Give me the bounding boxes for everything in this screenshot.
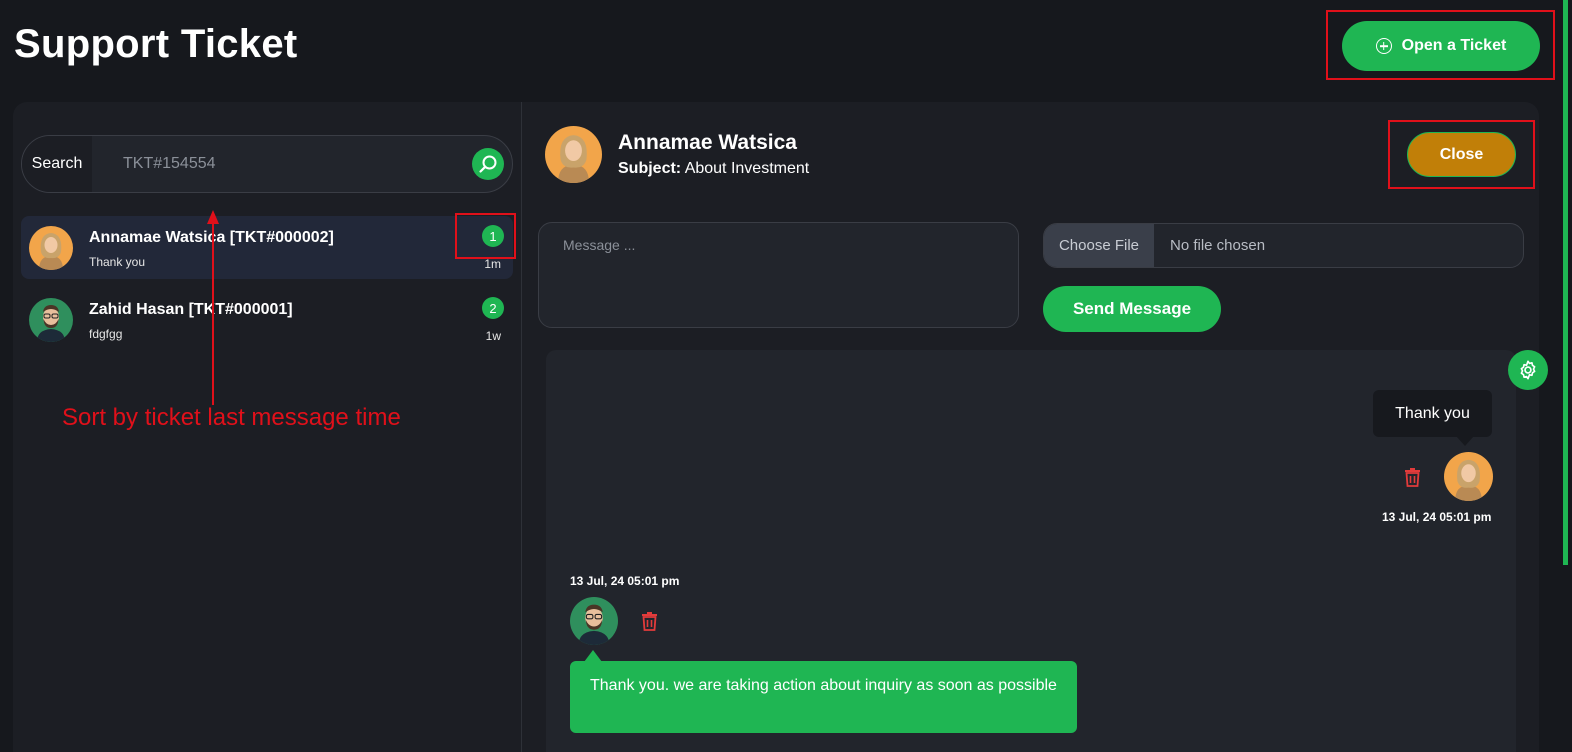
message-time: 13 Jul, 24 05:01 pm — [1382, 510, 1492, 524]
open-ticket-button[interactable]: Open a Ticket — [1342, 21, 1540, 71]
trash-icon — [642, 612, 657, 631]
ticket-item[interactable]: Annamae Watsica [TKT#000002] Thank you 1… — [21, 216, 513, 279]
message-input[interactable] — [538, 222, 1019, 328]
male-avatar — [570, 597, 618, 645]
file-input[interactable]: Choose File No file chosen — [1043, 223, 1524, 268]
annotation-highlight-box — [455, 213, 516, 259]
ticket-name: Zahid Hasan [TKT#000001] — [89, 301, 293, 318]
ticket-search: Search — [21, 135, 513, 193]
send-message-button[interactable]: Send Message — [1043, 286, 1221, 332]
message-bubble-tail — [1456, 436, 1474, 446]
search-input[interactable] — [92, 136, 472, 192]
chat-user-name: Annamae Watsica — [618, 131, 797, 154]
delete-message-button[interactable] — [1403, 467, 1422, 492]
message-time: 13 Jul, 24 05:01 pm — [570, 574, 680, 588]
annotation-arrow — [212, 222, 214, 405]
annotation-text: Sort by ticket last message time — [62, 404, 401, 431]
ticket-preview: fdgfgg — [89, 327, 123, 341]
chat-subject: Subject: About Investment — [618, 160, 809, 178]
unread-badge: 2 — [482, 297, 504, 319]
file-status: No file chosen — [1170, 237, 1266, 254]
ticket-preview: Thank you — [89, 255, 146, 269]
search-button[interactable] — [472, 148, 504, 180]
search-icon — [479, 155, 497, 173]
subject-label: Subject: — [618, 160, 682, 177]
female-avatar — [545, 126, 602, 183]
settings-button[interactable] — [1508, 350, 1548, 390]
gear-icon — [1520, 360, 1536, 380]
open-ticket-label: Open a Ticket — [1401, 37, 1507, 54]
subject-value: About Investment — [684, 160, 810, 177]
trash-icon — [1405, 468, 1420, 487]
close-ticket-button[interactable]: Close — [1407, 132, 1516, 177]
choose-file-button[interactable]: Choose File — [1044, 224, 1154, 267]
ticket-item[interactable]: Zahid Hasan [TKT#000001] fdgfgg 2 1w — [21, 288, 513, 351]
ticket-time: 1m — [484, 257, 501, 271]
search-label: Search — [22, 136, 92, 192]
message-bubble: Thank you — [1373, 390, 1492, 437]
female-avatar — [29, 226, 73, 270]
delete-message-button[interactable] — [640, 611, 659, 636]
ticket-time: 1w — [485, 329, 501, 343]
scrollbar-accent — [1563, 0, 1568, 565]
page-title: Support Ticket — [14, 22, 298, 66]
panel-divider — [521, 102, 522, 752]
message-bubble: Thank you. we are taking action about in… — [570, 661, 1077, 733]
plus-circle-icon — [1375, 38, 1392, 54]
female-avatar — [1444, 452, 1493, 501]
male-avatar — [29, 298, 73, 342]
